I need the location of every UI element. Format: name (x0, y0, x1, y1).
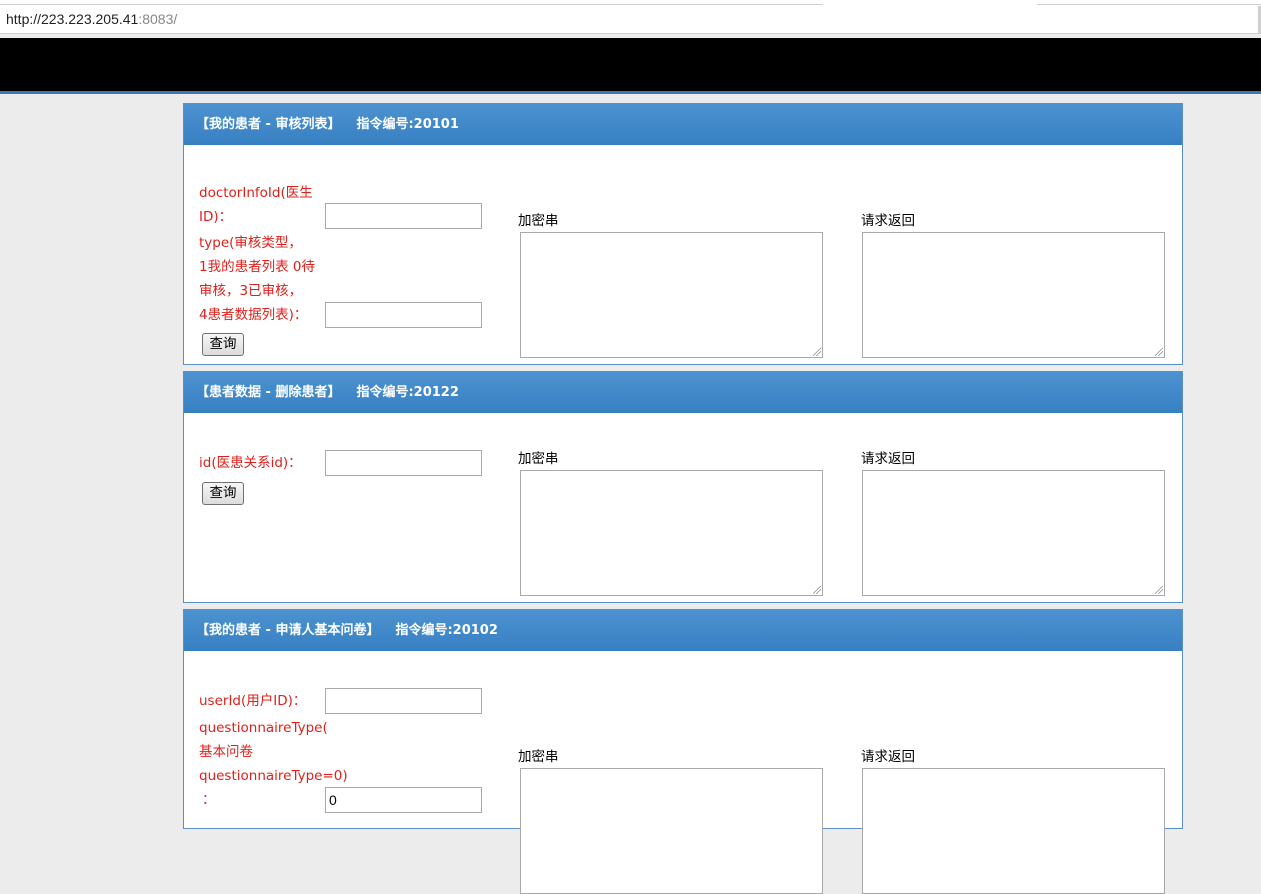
resize-grip-icon[interactable] (1155, 348, 1163, 356)
address-url[interactable]: http://223.223.205.41:8083/ (6, 11, 177, 27)
response-label: 请求返回 (861, 451, 915, 467)
command-code: 指令编号:20122 (356, 385, 459, 400)
field-label-relation-id: id(医患关系id)： (199, 451, 302, 475)
encrypted-string-label: 加密串 (518, 451, 559, 467)
response-label: 请求返回 (861, 213, 915, 229)
encrypted-string-textarea[interactable] (520, 470, 823, 596)
doctor-info-id-input[interactable] (325, 203, 482, 229)
resize-grip-icon[interactable] (1155, 586, 1163, 594)
url-host: http://223.223.205.41 (6, 11, 139, 27)
label-line: questionnaireType( (199, 720, 328, 736)
browser-address-bar[interactable]: http://223.223.205.41:8083/ (0, 0, 1261, 34)
encrypted-string-label: 加密串 (518, 213, 559, 229)
panel-header: 【我的患者 - 申请人基本问卷】 指令编号:20102 (184, 610, 1182, 651)
label-line: 审核，3已审核， (199, 283, 303, 299)
response-label: 请求返回 (861, 749, 915, 765)
label-line: ID)： (199, 209, 233, 225)
label-line: id(医患关系id)： (199, 455, 302, 471)
encrypted-string-textarea[interactable] (520, 232, 823, 358)
tab-strip-divider (1037, 0, 1261, 5)
panel-title: 【我的患者 - 申请人基本问卷】 (196, 623, 380, 638)
query-button[interactable]: 查询 (202, 333, 244, 356)
response-textarea[interactable] (862, 232, 1165, 358)
label-line: 1我的患者列表 0待 (199, 259, 315, 275)
panel-header: 【我的患者 - 审核列表】 指令编号:20101 (184, 104, 1182, 145)
command-code: 指令编号:20102 (395, 623, 498, 638)
type-input[interactable] (325, 302, 482, 328)
label-line: type(审核类型， (199, 235, 302, 251)
field-label-user-id: userId(用户ID)： (199, 689, 306, 713)
field-label-doctor-info-id: doctorInfoId(医生 ID)： (199, 181, 313, 229)
url-port: :8083/ (138, 11, 178, 27)
relation-id-input[interactable] (325, 450, 482, 476)
response-textarea[interactable] (862, 470, 1165, 596)
resize-grip-icon[interactable] (813, 586, 821, 594)
panel-basic-questionnaire: 【我的患者 - 申请人基本问卷】 指令编号:20102 userId(用户ID)：… (183, 609, 1183, 894)
encrypted-string-textarea[interactable] (520, 768, 823, 894)
panel-delete-patient: 【患者数据 - 删除患者】 指令编号:20122 id(医患关系id)： 查询 加… (183, 371, 1183, 603)
user-id-input[interactable] (325, 688, 482, 714)
query-button[interactable]: 查询 (202, 482, 244, 505)
command-code: 指令编号:20101 (356, 117, 459, 132)
questionnaire-type-input[interactable] (325, 787, 482, 813)
response-textarea[interactable] (862, 768, 1165, 894)
label-line: questionnaireType=0) (199, 768, 348, 784)
encrypted-string-label: 加密串 (518, 749, 559, 765)
top-banner (0, 38, 1261, 94)
tab-strip-divider (0, 0, 823, 5)
panel-review-list: 【我的患者 - 审核列表】 指令编号:20101 doctorInfoId(医生 … (183, 103, 1183, 365)
label-line: 4患者数据列表)： (199, 307, 308, 323)
panel-header: 【患者数据 - 删除患者】 指令编号:20122 (184, 372, 1182, 413)
resize-grip-icon[interactable] (813, 348, 821, 356)
label-line: 基本问卷 (199, 744, 253, 760)
label-line: doctorInfoId(医生 (199, 185, 313, 201)
label-line: userId(用户ID)： (199, 693, 307, 709)
panel-title: 【我的患者 - 审核列表】 (196, 117, 341, 132)
field-label-type: type(审核类型， 1我的患者列表 0待 审核，3已审核， 4患者数据列表)： (199, 231, 315, 327)
panel-title: 【患者数据 - 删除患者】 (196, 385, 341, 400)
